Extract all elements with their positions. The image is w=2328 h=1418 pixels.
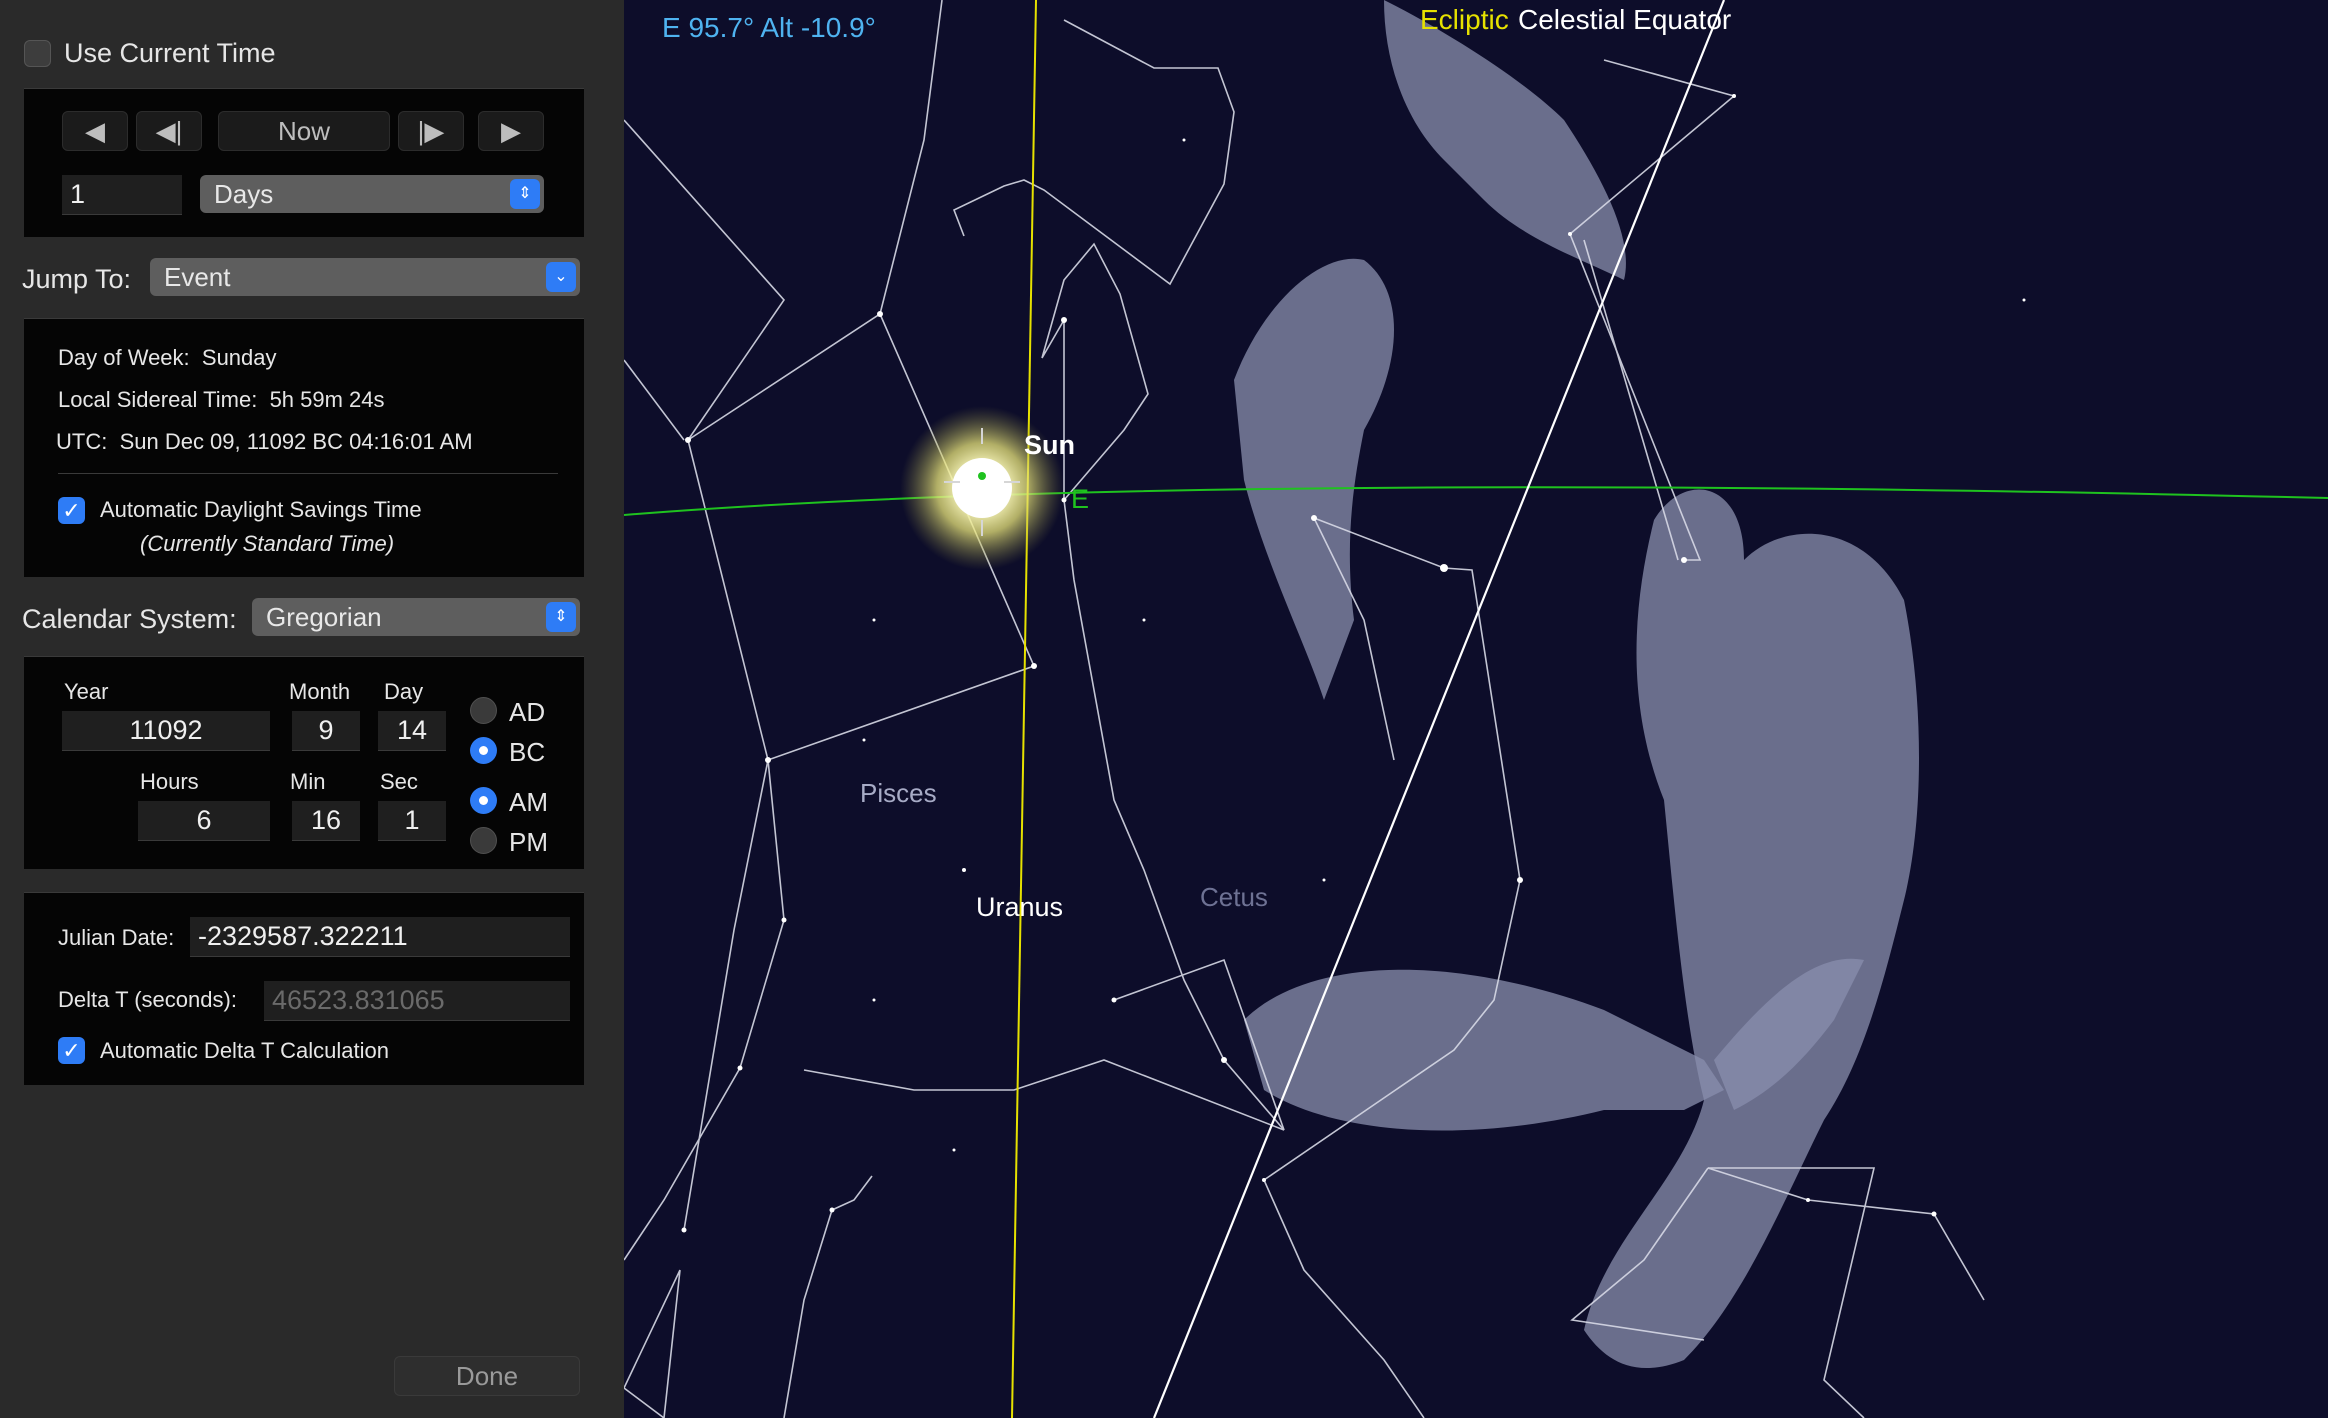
east-marker-dot (978, 472, 986, 480)
calendar-system-value: Gregorian (266, 601, 382, 632)
auto-dst-label: Automatic Daylight Savings Time (100, 497, 422, 522)
sun-disc (952, 458, 1012, 518)
time-settings-panel: Use Current Time ◀ ◀| Now |▶ ▶ 1 Days ⇕ … (0, 0, 624, 1418)
chevron-updown-icon: ⇕ (510, 179, 540, 209)
use-current-time-checkbox[interactable] (24, 40, 51, 67)
celestial-equator-label: Celestial Equator (1518, 4, 1732, 35)
sec-label: Sec (380, 769, 418, 794)
hours-label: Hours (140, 769, 199, 794)
time-step-box: ◀ ◀| Now |▶ ▶ 1 Days ⇕ (24, 88, 584, 237)
year-label: Year (64, 679, 109, 704)
am-radio[interactable] (470, 787, 497, 814)
time-info-box: Day of Week: Sunday Local Sidereal Time:… (24, 318, 584, 577)
constellation-art (1234, 0, 1919, 1369)
sky-chart (624, 0, 2328, 1418)
step-unit-value: Days (214, 178, 274, 209)
cetus-label[interactable]: Cetus (1200, 882, 1268, 913)
step-forward-button[interactable]: |▶ (398, 111, 464, 151)
pm-radio[interactable] (470, 827, 497, 854)
month-input[interactable]: 9 (292, 711, 360, 751)
east-marker-label: E (1071, 484, 1090, 514)
jump-to-value: Event (164, 261, 231, 292)
delta-t-input[interactable]: 46523.831065 (264, 981, 570, 1021)
auto-delta-t-checkbox[interactable]: ✓ (58, 1037, 85, 1064)
auto-delta-t-label: Automatic Delta T Calculation (100, 1038, 389, 1063)
day-label: Day (384, 679, 424, 704)
ad-label: AD (509, 697, 546, 727)
day-input[interactable]: 14 (378, 711, 446, 751)
pm-label: PM (509, 827, 548, 857)
dst-status-note: (Currently Standard Time) (140, 531, 395, 556)
chevron-updown-icon: ⇕ (546, 602, 576, 632)
julian-date-label: Julian Date: (58, 925, 175, 950)
month-label: Month (289, 679, 351, 704)
sun-label[interactable]: Sun (1024, 430, 1075, 461)
min-input[interactable]: 16 (292, 801, 360, 841)
min-label: Min (290, 769, 326, 794)
hours-input[interactable]: 6 (138, 801, 270, 841)
jump-to-select[interactable]: Event ⌄ (150, 258, 580, 296)
bc-label: BC (509, 737, 546, 767)
local-sidereal-time: Local Sidereal Time: 5h 59m 24s (58, 387, 385, 412)
ad-radio[interactable] (470, 697, 497, 724)
date-time-box: Year 11092 Month 9 Day 14 Hours 6 Min 16… (24, 656, 584, 869)
day-of-week: Day of Week: Sunday (58, 345, 277, 370)
uranus-label[interactable]: Uranus (976, 892, 1063, 923)
year-input[interactable]: 11092 (62, 711, 270, 751)
auto-dst-checkbox[interactable]: ✓ (58, 497, 85, 524)
pointing-readout: E 95.7° Alt -10.9° (662, 12, 876, 43)
done-button[interactable]: Done (394, 1356, 580, 1396)
use-current-time-label: Use Current Time (64, 38, 276, 68)
horizon-line (624, 486, 2328, 516)
am-label: AM (509, 787, 548, 817)
sky-view[interactable]: E 95.7° Alt -10.9° Ecliptic Celestial Eq… (624, 0, 2328, 1418)
calendar-system-select[interactable]: Gregorian ⇕ (252, 598, 580, 636)
delta-t-label: Delta T (seconds): (58, 987, 237, 1012)
ecliptic-line (1011, 0, 1037, 1418)
step-unit-select[interactable]: Days ⇕ (200, 175, 544, 213)
utc-time: UTC: Sun Dec 09, 11092 BC 04:16:01 AM (56, 429, 473, 454)
bc-radio[interactable] (470, 737, 497, 764)
chevron-down-icon: ⌄ (546, 262, 576, 292)
ecliptic-label: Ecliptic (1420, 4, 1509, 35)
divider (58, 473, 558, 474)
step-value-input[interactable]: 1 (62, 175, 182, 215)
julian-date-box: Julian Date: -2329587.322211 Delta T (se… (24, 892, 584, 1085)
step-back-button[interactable]: ◀| (136, 111, 202, 151)
now-button[interactable]: Now (218, 111, 390, 151)
calendar-system-label: Calendar System: (22, 604, 237, 634)
pisces-label[interactable]: Pisces (860, 778, 937, 809)
next-button[interactable]: ▶ (478, 111, 544, 151)
sec-input[interactable]: 1 (378, 801, 446, 841)
previous-button[interactable]: ◀ (62, 111, 128, 151)
jump-to-label: Jump To: (22, 264, 132, 294)
celestial-equator-line (1152, 0, 1726, 1418)
julian-date-input[interactable]: -2329587.322211 (190, 917, 570, 957)
